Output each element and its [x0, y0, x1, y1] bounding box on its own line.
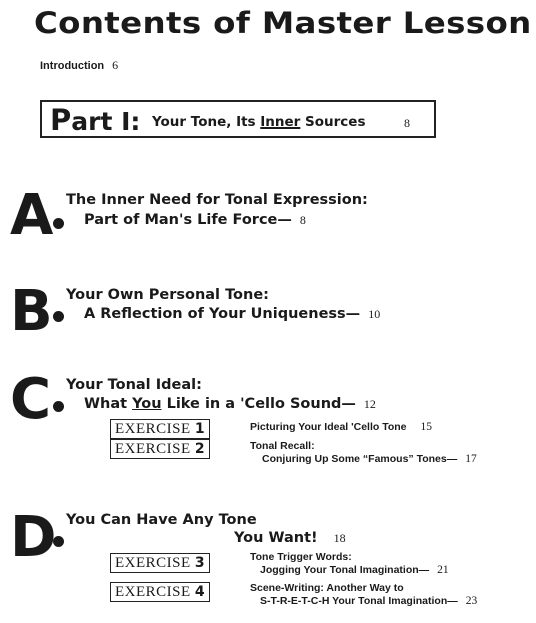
page-number: 15 [420, 421, 433, 433]
section-b-line2[interactable]: A Reflection of Your Uniqueness— 10 [84, 306, 380, 322]
section-b-line1[interactable]: Your Own Personal Tone: [66, 287, 269, 303]
section-dot [53, 536, 64, 547]
page-number: 23 [465, 595, 478, 607]
part-title: Your Tone, Its Inner Sources [152, 114, 366, 130]
exercise-1-entry[interactable]: Picturing Your Ideal 'Cello Tone 15 [250, 421, 432, 434]
exercise-3-entry[interactable]: Tone Trigger Words: Jogging Your Tonal I… [250, 551, 449, 577]
exercise-4-entry[interactable]: Scene-Writing: Another Way to S-T-R-E-T-… [250, 582, 477, 608]
section-c-letter: C [10, 367, 52, 432]
page-number: 10 [368, 307, 381, 321]
section-b-letter: B [10, 279, 53, 344]
section-d-line2[interactable]: You Want! 18 [234, 530, 346, 546]
section-a-letter: A [10, 183, 54, 248]
exercise-2-label: EXERCISE 2 [110, 439, 211, 459]
exercise-4-label: EXERCISE 4 [110, 582, 211, 602]
section-c-line1[interactable]: Your Tonal Ideal: [66, 377, 202, 393]
page-number: 17 [465, 453, 477, 465]
page-number: 21 [437, 564, 449, 576]
toc-entry-introduction[interactable]: Introduction 6 [40, 58, 118, 73]
section-d-letter: D [10, 505, 57, 570]
section-dot [53, 311, 64, 322]
section-c-line2[interactable]: What You Like in a 'Cello Sound— 12 [84, 396, 376, 412]
section-dot [53, 218, 64, 229]
section-d-line1[interactable]: You Can Have Any Tone [66, 512, 257, 528]
page-title: Contents of Master Lesson 5 [34, 6, 536, 40]
exercise-2-entry[interactable]: Tonal Recall: Conjuring Up Some “Famous”… [250, 440, 477, 466]
section-a-line2[interactable]: Part of Man's Life Force— 8 [84, 212, 306, 228]
page-number: 12 [363, 397, 376, 411]
page-number: 18 [333, 531, 346, 545]
section-a-line1[interactable]: The Inner Need for Tonal Expression: [66, 192, 368, 208]
page-number: 8 [299, 213, 306, 227]
section-dot [53, 401, 64, 412]
page-number: 8 [404, 116, 410, 130]
part-label: Part I: [50, 103, 141, 137]
part-heading-box[interactable]: Part I: Your Tone, Its Inner Sources 8 [40, 100, 436, 138]
exercise-1-label: EXERCISE 1 [110, 419, 211, 439]
entry-label: Introduction [40, 60, 105, 72]
page-number: 6 [112, 58, 119, 72]
exercise-3-label: EXERCISE 3 [110, 553, 211, 573]
